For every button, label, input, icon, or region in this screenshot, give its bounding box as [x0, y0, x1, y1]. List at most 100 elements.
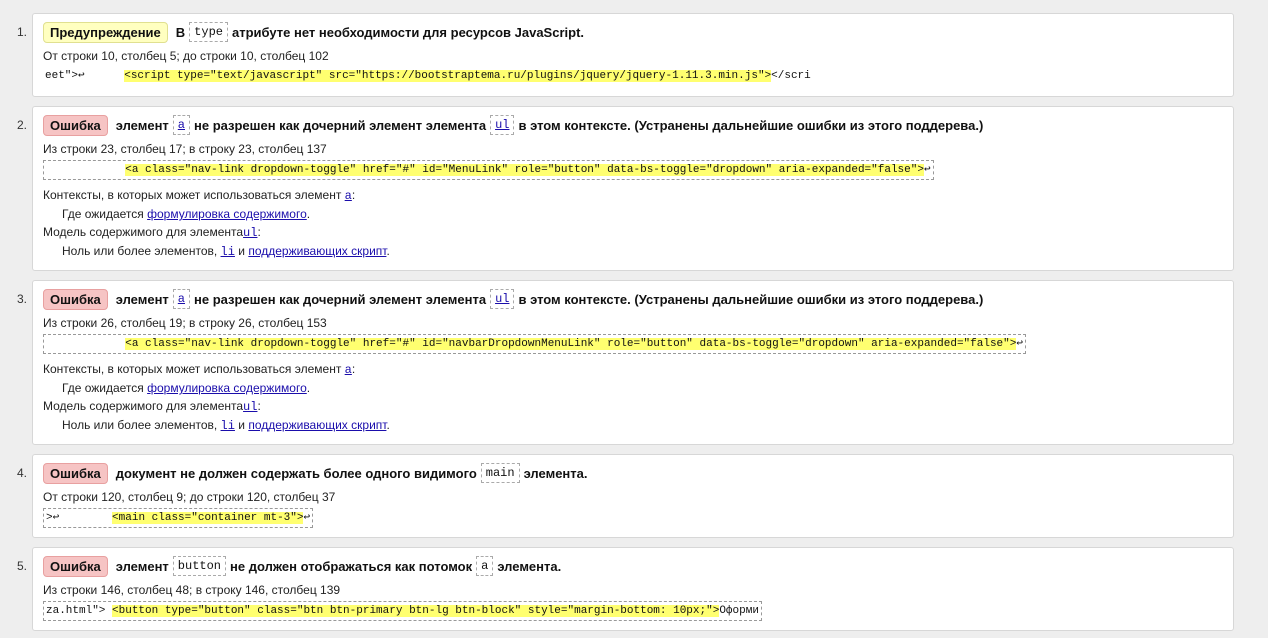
- element-ul-link[interactable]: ul: [490, 289, 515, 309]
- message-text: элемента.: [523, 465, 588, 481]
- context-text: Где ожидается: [62, 207, 148, 221]
- message-title: Ошибка элемент button не должен отобража…: [43, 554, 1223, 578]
- message-text: не должен отображаться как потомок: [230, 558, 473, 574]
- code-extract: <a class="nav-link dropdown-toggle" href…: [43, 160, 934, 180]
- element-a-link[interactable]: a: [345, 363, 352, 377]
- attribute-code: type: [189, 22, 228, 42]
- context-text: и: [234, 418, 249, 432]
- error-message: 3. Ошибка элемент a не разрешен как доче…: [17, 280, 1234, 445]
- extract-after: ↩: [1016, 338, 1023, 350]
- message-text: элемента.: [497, 558, 562, 574]
- element-button-code: button: [172, 556, 227, 576]
- extract-before: >↩: [46, 512, 113, 524]
- extract-highlight: <button type="button" class="btn btn-pri…: [112, 605, 720, 617]
- context-text: Ноль или более элементов,: [62, 244, 221, 258]
- extract-after: ↩: [303, 512, 311, 524]
- message-number: 4.: [17, 466, 28, 480]
- message-number: 5.: [17, 559, 28, 573]
- message-text: В: [175, 24, 186, 40]
- error-badge: Ошибка: [43, 288, 108, 310]
- element-li-link[interactable]: li: [221, 419, 235, 433]
- element-main-code: main: [480, 463, 520, 483]
- element-li-link[interactable]: li: [221, 245, 235, 259]
- source-location[interactable]: Из строки 23, столбец 17; в строку 23, с…: [43, 141, 1223, 158]
- message-text: в этом контексте. (Устранены дальнейшие …: [518, 291, 984, 307]
- context-text: :: [351, 188, 356, 202]
- context-text: :: [351, 362, 356, 376]
- extract-before: [46, 338, 125, 350]
- context-text: :: [257, 225, 261, 239]
- extract-before: za.html">: [46, 605, 113, 617]
- error-badge: Ошибка: [43, 555, 108, 577]
- message-title: Ошибка элемент a не разрешен как дочерни…: [43, 113, 1223, 137]
- error-message: 4. Ошибка документ не должен содержать б…: [17, 454, 1234, 538]
- code-extract: za.html"> <button type="button" class="b…: [43, 601, 762, 621]
- context-detail: Где ожидается формулировка содержимого.: [43, 379, 1223, 397]
- error-badge: Ошибка: [43, 114, 108, 136]
- phrasing-content-link[interactable]: формулировка содержимого: [147, 207, 307, 221]
- warning-badge: Предупреждение: [43, 21, 168, 43]
- code-extract: <a class="nav-link dropdown-toggle" href…: [43, 334, 1026, 354]
- content-model-detail: Ноль или более элементов, li и поддержив…: [43, 416, 1223, 435]
- error-message: 2. Ошибка элемент a не разрешен как доче…: [17, 106, 1234, 271]
- message-text: элемент: [115, 117, 169, 133]
- message-text: не разрешен как дочерний элемент элемент…: [194, 291, 487, 307]
- code-extract: >↩ <main class="container mt-3">↩: [43, 508, 314, 528]
- message-text: атрибуте нет необходимости для ресурсов …: [231, 24, 585, 40]
- content-model-line: Модель содержимого для элементаul:: [43, 223, 1223, 242]
- error-badge: Ошибка: [43, 462, 108, 484]
- error-message: 5. Ошибка элемент button не должен отобр…: [17, 547, 1234, 631]
- extract-after: </scri: [771, 70, 811, 82]
- message-text: не разрешен как дочерний элемент элемент…: [194, 117, 487, 133]
- script-supporting-link[interactable]: поддерживающих скрипт: [248, 418, 386, 432]
- extract-highlight: <a class="nav-link dropdown-toggle" href…: [125, 338, 1017, 350]
- source-location[interactable]: Из строки 26, столбец 19; в строку 26, с…: [43, 315, 1223, 332]
- element-ul-link[interactable]: ul: [490, 115, 515, 135]
- context-text: :: [257, 399, 261, 413]
- message-text: в этом контексте. (Устранены дальнейшие …: [518, 117, 984, 133]
- contexts-line: Контексты, в которых может использоватьс…: [43, 186, 1223, 205]
- context-text: Модель содержимого для элемента: [43, 225, 244, 239]
- code-extract: eet">↩ <script type="text/javascript" sr…: [43, 67, 1223, 87]
- phrasing-content-link[interactable]: формулировка содержимого: [147, 381, 307, 395]
- extract-after: ↩: [923, 164, 931, 176]
- extract-before: [46, 164, 125, 176]
- warning-message: 1. Предупреждение В type атрибуте нет не…: [17, 13, 1234, 97]
- extract-highlight: <main class="container mt-3">: [112, 512, 304, 524]
- message-number: 1.: [17, 25, 28, 39]
- context-text: Модель содержимого для элемента: [43, 399, 244, 413]
- message-text: элемент: [115, 291, 169, 307]
- context-text: Контексты, в которых может использоватьс…: [43, 362, 345, 376]
- message-text: элемент: [115, 558, 169, 574]
- element-a-link[interactable]: a: [172, 289, 190, 309]
- contexts-line: Контексты, в которых может использоватьс…: [43, 360, 1223, 379]
- element-a-code: a: [476, 556, 494, 576]
- source-location[interactable]: От строки 120, столбец 9; до строки 120,…: [43, 489, 1223, 506]
- extract-before: eet">↩: [45, 70, 125, 82]
- message-number: 2.: [17, 118, 28, 132]
- message-title: Ошибка документ не должен содержать боле…: [43, 461, 1223, 485]
- source-location[interactable]: Из строки 146, столбец 48; в строку 146,…: [43, 582, 1223, 599]
- content-model-detail: Ноль или более элементов, li и поддержив…: [43, 242, 1223, 261]
- context-text: и: [234, 244, 249, 258]
- context-text: .: [306, 381, 311, 395]
- extract-highlight: <script type="text/javascript" src="http…: [124, 70, 772, 82]
- content-model-line: Модель содержимого для элементаul:: [43, 397, 1223, 416]
- message-number: 3.: [17, 292, 28, 306]
- element-a-link[interactable]: a: [345, 189, 352, 203]
- context-text: Где ожидается: [62, 381, 148, 395]
- context-text: .: [386, 418, 390, 432]
- context-detail: Где ожидается формулировка содержимого.: [43, 205, 1223, 223]
- element-ul-link[interactable]: ul: [243, 226, 257, 240]
- context-text: .: [306, 207, 311, 221]
- context-text: Ноль или более элементов,: [62, 418, 221, 432]
- context-text: Контексты, в которых может использоватьс…: [43, 188, 345, 202]
- element-a-link[interactable]: a: [172, 115, 190, 135]
- extract-after: Оформи: [719, 605, 759, 617]
- extract-highlight: <a class="nav-link dropdown-toggle" href…: [125, 164, 924, 176]
- message-title: Ошибка элемент a не разрешен как дочерни…: [43, 287, 1223, 311]
- source-location[interactable]: От строки 10, столбец 5; до строки 10, с…: [43, 48, 1223, 65]
- context-text: .: [386, 244, 390, 258]
- script-supporting-link[interactable]: поддерживающих скрипт: [248, 244, 386, 258]
- element-ul-link[interactable]: ul: [243, 400, 257, 414]
